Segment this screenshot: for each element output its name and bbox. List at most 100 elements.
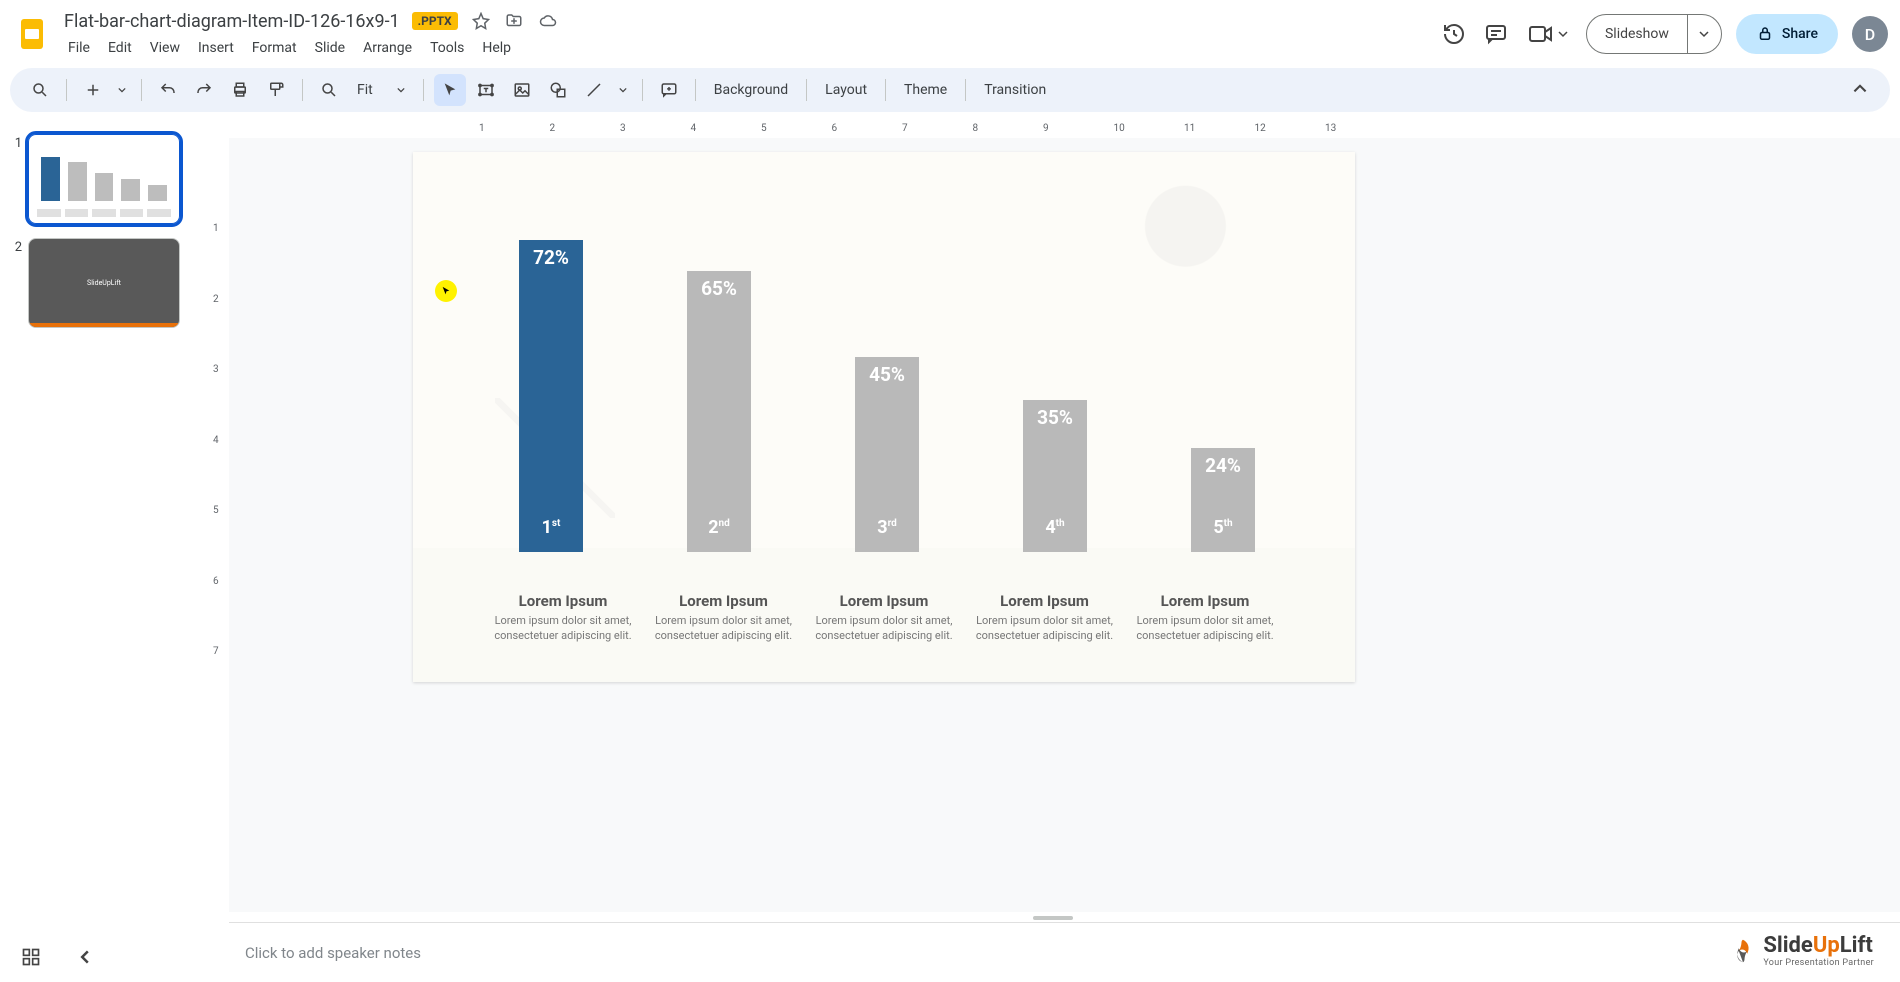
bar-caption[interactable]: Lorem Ipsum Lorem ipsum dolor sit amet, c… — [1125, 592, 1285, 644]
menu-slide[interactable]: Slide — [307, 36, 353, 60]
ruler-tick: 4 — [213, 435, 219, 446]
ruler-tick: 12 — [1255, 123, 1266, 134]
separator — [642, 79, 643, 101]
bar-value: 65% — [701, 271, 737, 300]
ruler-horizontal[interactable]: 12345678910111213 — [229, 120, 1900, 138]
workspace: 1 2 SlideUpLift 12345678910111213 123456… — [0, 120, 1900, 982]
notes-resize-handle[interactable] — [1033, 916, 1073, 920]
bar-caption[interactable]: Lorem IpsumLorem ipsum dolor sit amet, c… — [644, 592, 804, 644]
menu-format[interactable]: Format — [244, 36, 305, 60]
print-icon[interactable] — [224, 74, 256, 106]
menu-arrange[interactable]: Arrange — [355, 36, 420, 60]
bar[interactable]: 65% 2nd — [687, 271, 751, 552]
bar[interactable]: 72%1st — [519, 240, 583, 552]
undo-icon[interactable] — [152, 74, 184, 106]
collapse-filmstrip-icon[interactable] — [72, 944, 98, 970]
bar[interactable]: 45% 3rd — [855, 357, 919, 552]
menu-insert[interactable]: Insert — [190, 36, 242, 60]
separator — [965, 79, 966, 101]
caption-title: Lorem Ipsum — [1125, 592, 1285, 610]
bar-value: 24% — [1205, 448, 1241, 477]
menu-view[interactable]: View — [142, 36, 188, 60]
meet-button[interactable] — [1524, 18, 1572, 50]
bar-caption[interactable]: Lorem Ipsum Lorem ipsum dolor sit amet, c… — [804, 592, 964, 644]
caption-desc: Lorem ipsum dolor sit amet, consectetuer… — [644, 614, 804, 644]
comments-icon[interactable] — [1482, 20, 1510, 48]
collapse-toolbar-icon[interactable] — [1844, 74, 1876, 106]
caption-title: Lorem Ipsum — [483, 592, 643, 610]
filmstrip[interactable]: 1 2 SlideUpLift — [0, 120, 205, 982]
shape-icon[interactable] — [542, 74, 574, 106]
bar-column[interactable]: 45% 3rd — [855, 357, 919, 552]
zoom-out-icon[interactable] — [313, 74, 345, 106]
menu-help[interactable]: Help — [474, 36, 519, 60]
bar[interactable]: 24%5th — [1191, 448, 1255, 552]
bar[interactable]: 35%4th — [1023, 400, 1087, 552]
caption-desc: Lorem ipsum dolor sit amet, consectetuer… — [804, 614, 964, 644]
slide-thumbnail-1[interactable] — [28, 134, 180, 224]
slides-logo[interactable] — [12, 14, 52, 54]
bar-caption[interactable]: Lorem IpsumLorem ipsum dolor sit amet, c… — [483, 592, 643, 644]
ruler-tick: 2 — [213, 294, 219, 305]
grid-view-icon[interactable] — [18, 944, 44, 970]
bottom-left-controls — [18, 944, 98, 970]
paint-format-icon[interactable] — [260, 74, 292, 106]
menu-edit[interactable]: Edit — [100, 36, 140, 60]
new-slide-dropdown[interactable] — [113, 74, 131, 106]
ruler-tick: 6 — [213, 576, 219, 587]
caption-desc: Lorem ipsum dolor sit amet, consectetuer… — [1125, 614, 1285, 644]
watermark-icon — [1729, 937, 1757, 965]
slideshow-button[interactable]: Slideshow — [1587, 15, 1687, 53]
bar-ordinal: 1st — [542, 517, 561, 552]
ruler-tick: 5 — [761, 123, 767, 134]
bar-ordinal: 3rd — [877, 517, 897, 552]
select-tool-icon[interactable] — [434, 74, 466, 106]
account-avatar[interactable]: D — [1852, 16, 1888, 52]
bar-caption[interactable]: Lorem IpsumLorem ipsum dolor sit amet, c… — [965, 592, 1125, 644]
bar-chart[interactable]: 72%1st 65% 2nd 45% 3rd 35%4th 24%5th — [519, 232, 1255, 552]
star-icon[interactable] — [472, 12, 490, 30]
cloud-icon[interactable] — [538, 12, 558, 30]
move-icon[interactable] — [504, 12, 524, 30]
canvas[interactable]: 72%1st 65% 2nd 45% 3rd 35%4th 24%5th Lorem Ips… — [229, 138, 1900, 912]
bar-value: 45% — [869, 357, 905, 386]
transition-button[interactable]: Transition — [976, 74, 1054, 106]
speaker-notes[interactable]: Click to add speaker notes — [229, 922, 1900, 982]
line-dropdown[interactable] — [614, 74, 632, 106]
ruler-tick: 5 — [213, 505, 219, 516]
caption-title: Lorem Ipsum — [804, 592, 964, 610]
bar-labels[interactable]: Lorem IpsumLorem ipsum dolor sit amet, c… — [483, 592, 1285, 644]
redo-icon[interactable] — [188, 74, 220, 106]
menu-tools[interactable]: Tools — [422, 36, 472, 60]
background-button[interactable]: Background — [706, 74, 796, 106]
ruler-vertical[interactable]: 1234567 — [205, 138, 229, 912]
bar-value: 35% — [1037, 400, 1073, 429]
bar-ordinal: 2nd — [708, 517, 730, 552]
bar-column[interactable]: 65% 2nd — [687, 271, 751, 552]
slide[interactable]: 72%1st 65% 2nd 45% 3rd 35%4th 24%5th Lorem Ips… — [413, 152, 1355, 682]
bar-column[interactable]: 72%1st — [519, 240, 583, 552]
history-icon[interactable] — [1440, 20, 1468, 48]
zoom-value: Fit — [357, 82, 373, 98]
bar-column[interactable]: 24%5th — [1191, 448, 1255, 552]
slide-thumbnail-2[interactable]: SlideUpLift — [28, 238, 180, 328]
image-icon[interactable] — [506, 74, 538, 106]
theme-button[interactable]: Theme — [896, 74, 955, 106]
share-button[interactable]: Share — [1736, 14, 1838, 54]
slideshow-dropdown[interactable] — [1687, 15, 1721, 53]
ruler-tick: 4 — [691, 123, 697, 134]
layout-button[interactable]: Layout — [817, 74, 875, 106]
zoom-select[interactable]: Fit — [349, 74, 413, 106]
menu-file[interactable]: File — [60, 36, 98, 60]
document-title[interactable]: Flat-bar-chart-diagram-Item-ID-126-16x9-… — [60, 9, 404, 34]
slideshow-split-button: Slideshow — [1586, 14, 1722, 54]
app-header: Flat-bar-chart-diagram-Item-ID-126-16x9-… — [0, 0, 1900, 62]
new-slide-button[interactable] — [77, 74, 109, 106]
search-menu-icon[interactable] — [24, 74, 56, 106]
caption-desc: Lorem ipsum dolor sit amet, consectetuer… — [965, 614, 1125, 644]
comment-add-icon[interactable] — [653, 74, 685, 106]
textbox-icon[interactable] — [470, 74, 502, 106]
line-icon[interactable] — [578, 74, 610, 106]
bar-column[interactable]: 35%4th — [1023, 400, 1087, 552]
notes-placeholder: Click to add speaker notes — [245, 944, 421, 962]
